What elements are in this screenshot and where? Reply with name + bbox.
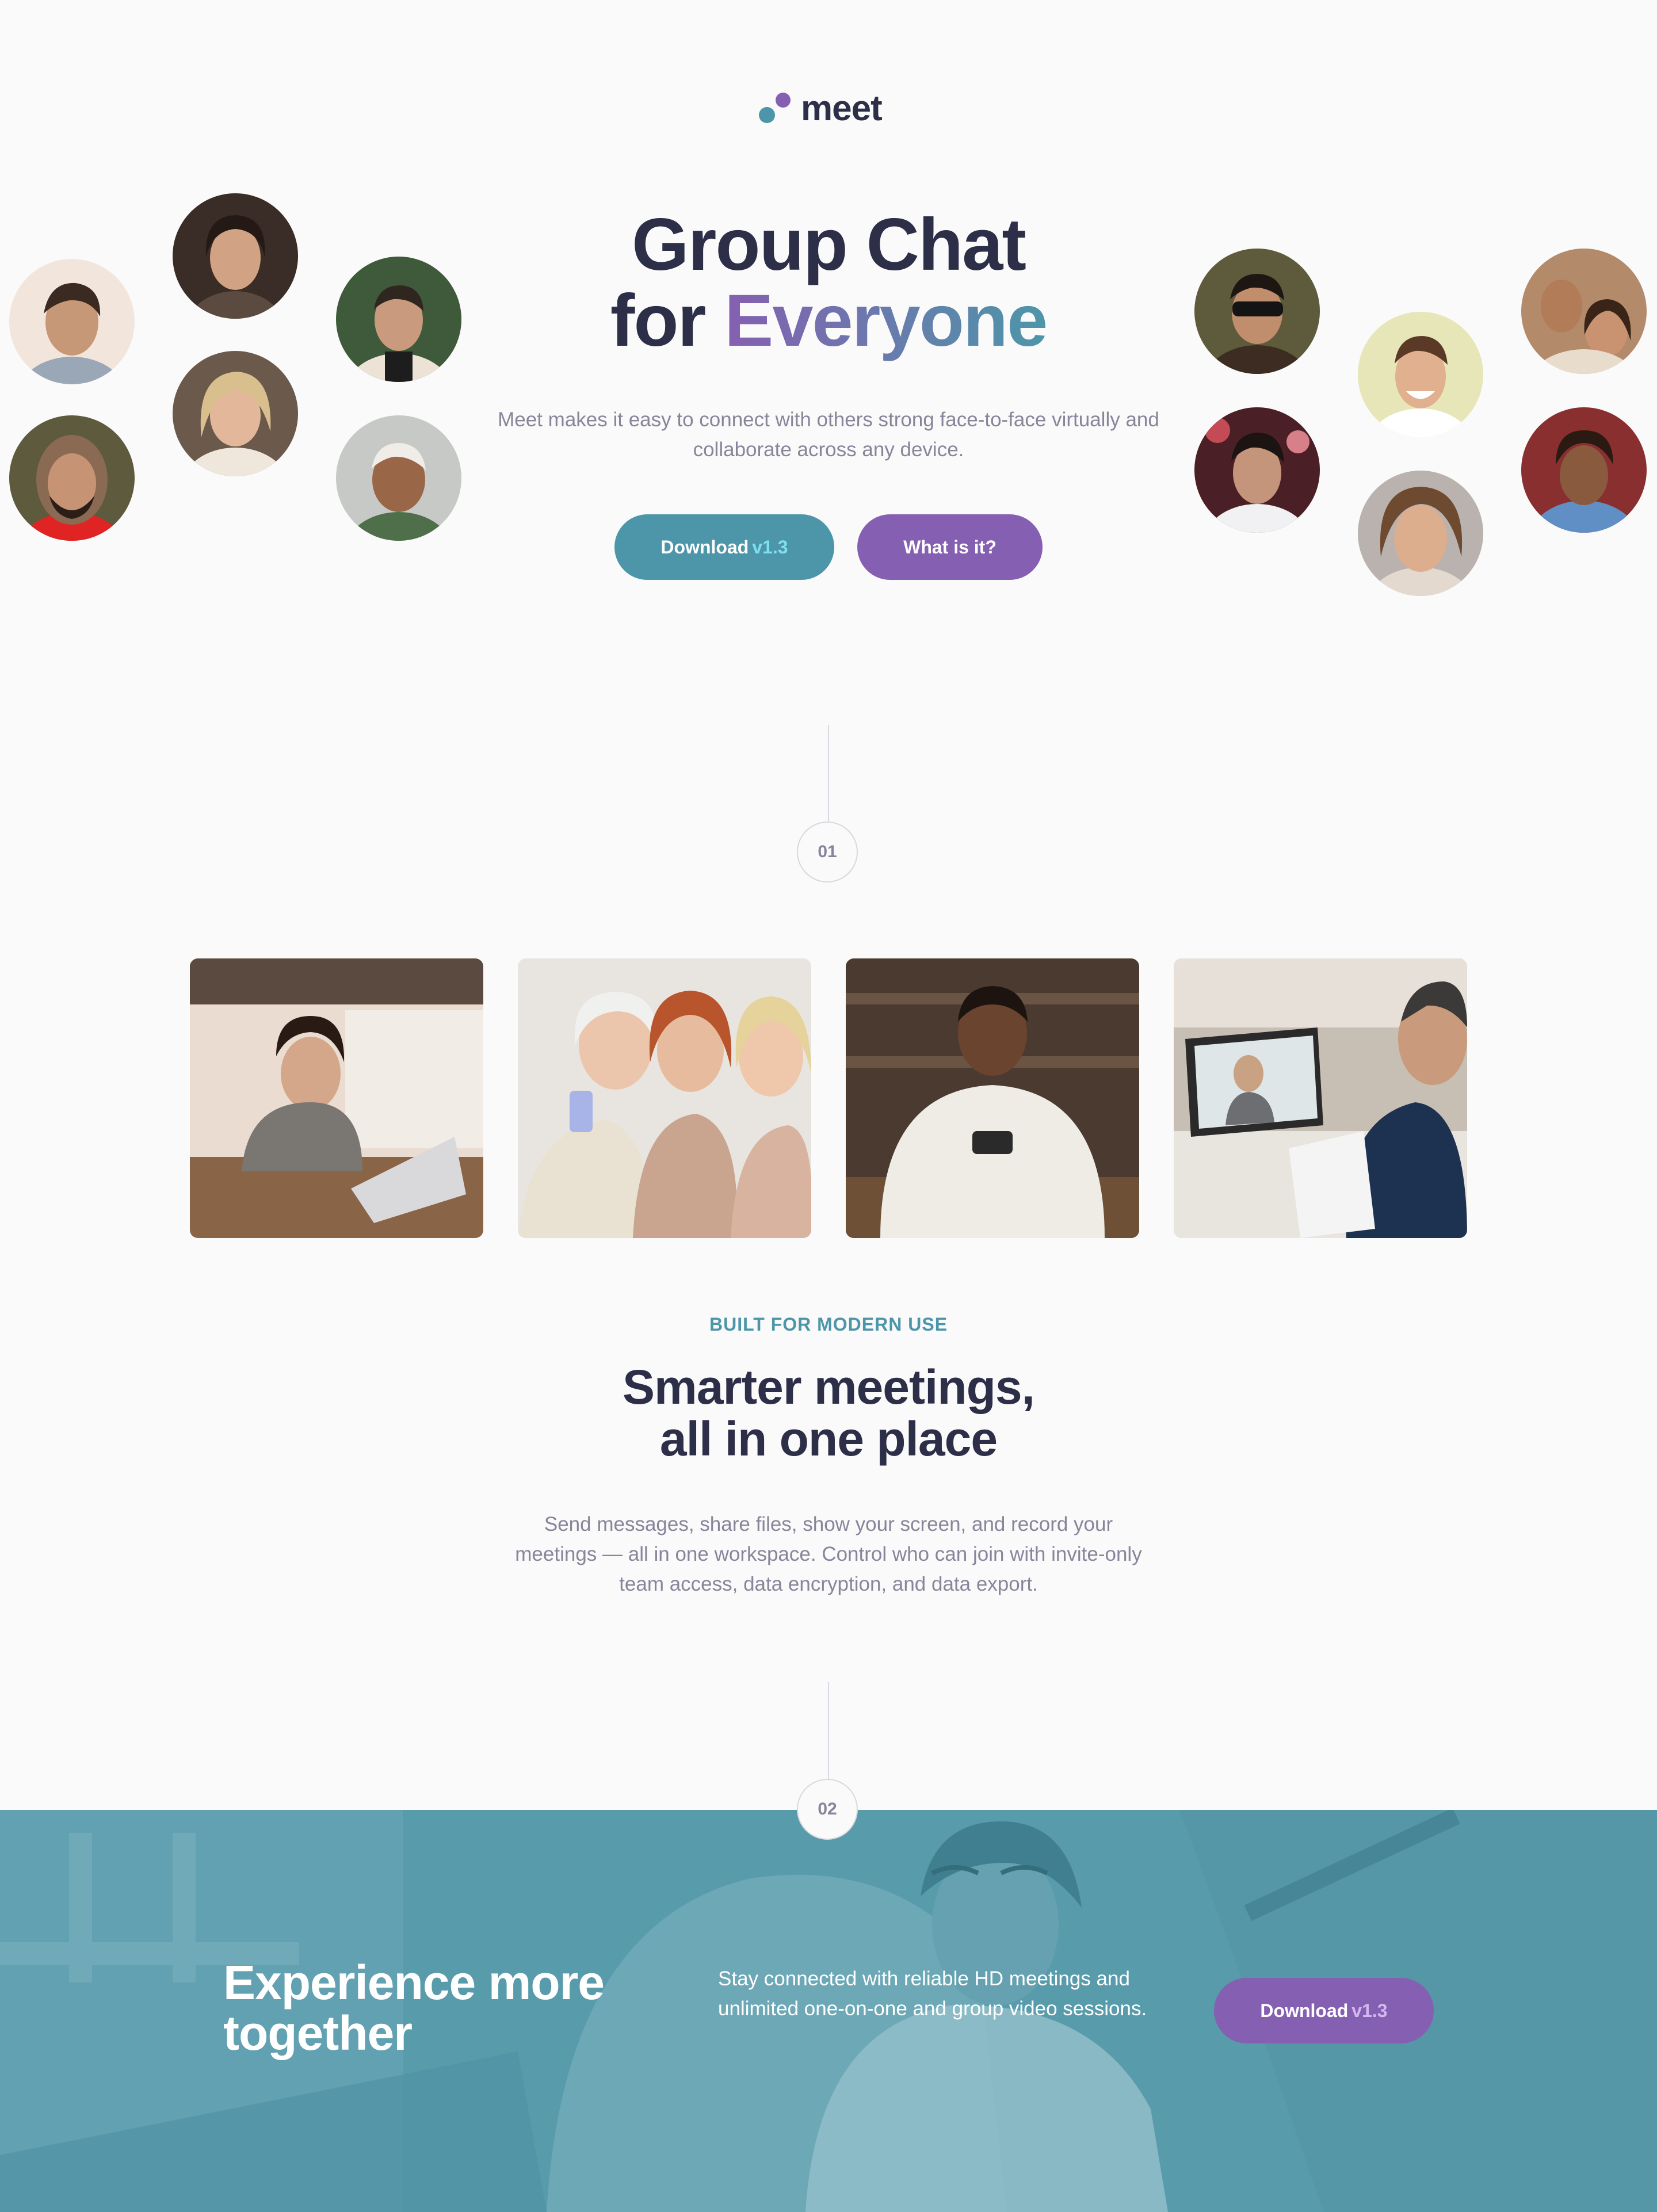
what-is-it-label: What is it? xyxy=(903,536,997,557)
avatar xyxy=(336,257,461,382)
cta-title-line1: Experience more xyxy=(223,1955,605,2009)
hero-title: Group Chat for Everyone xyxy=(483,207,1174,359)
avatar xyxy=(9,259,135,384)
logo-mark-icon xyxy=(759,93,791,123)
avatar xyxy=(1358,471,1483,596)
avatar xyxy=(336,415,461,541)
download-label: Download xyxy=(660,536,749,557)
avatar xyxy=(1521,249,1647,374)
cta-description: Stay connected with reliable HD meetings… xyxy=(718,1968,1147,2020)
photo-video-call xyxy=(1174,958,1467,1238)
hero-title-highlight: Everyone xyxy=(724,280,1048,362)
avatar xyxy=(1521,407,1647,533)
download-version: v1.3 xyxy=(752,536,788,557)
hero-title-line1: Group Chat xyxy=(632,204,1026,286)
step-badge: 02 xyxy=(797,1779,858,1840)
section-description: Send messages, share files, show your sc… xyxy=(515,1513,1142,1595)
cta-download-button[interactable]: Download v1.3 xyxy=(1214,1978,1434,2043)
photo-man-phone xyxy=(846,958,1139,1238)
section-eyebrow: BUILT FOR MODERN USE xyxy=(709,1314,948,1335)
timeline-line xyxy=(828,725,829,822)
photo-women-phone xyxy=(518,958,811,1238)
section-title: Smarter meetings, all in one place xyxy=(483,1361,1174,1465)
cta-title-line2: together xyxy=(223,2006,413,2060)
download-button[interactable]: Download v1.3 xyxy=(614,514,834,580)
avatar xyxy=(1194,249,1320,374)
avatar xyxy=(1194,407,1320,533)
hero-description: Meet makes it easy to connect with other… xyxy=(498,408,1159,461)
cta-download-label: Download xyxy=(1260,2000,1349,2021)
avatar xyxy=(173,351,298,476)
section-title-line2: all in one place xyxy=(659,1412,998,1466)
step-badge: 01 xyxy=(797,822,858,882)
avatar xyxy=(9,415,135,541)
hero-title-prefix: for xyxy=(610,280,724,362)
cta-download-version: v1.3 xyxy=(1351,2000,1388,2021)
photo-woman-laptop xyxy=(190,958,483,1238)
what-is-it-button[interactable]: What is it? xyxy=(857,514,1043,580)
avatar xyxy=(173,193,298,319)
section-title-line1: Smarter meetings, xyxy=(623,1360,1035,1414)
avatar xyxy=(1358,312,1483,437)
logo-text: meet xyxy=(801,88,883,128)
timeline-line xyxy=(828,1682,829,1779)
cta-title: Experience more together xyxy=(223,1957,660,2058)
logo[interactable]: meet xyxy=(758,87,883,129)
